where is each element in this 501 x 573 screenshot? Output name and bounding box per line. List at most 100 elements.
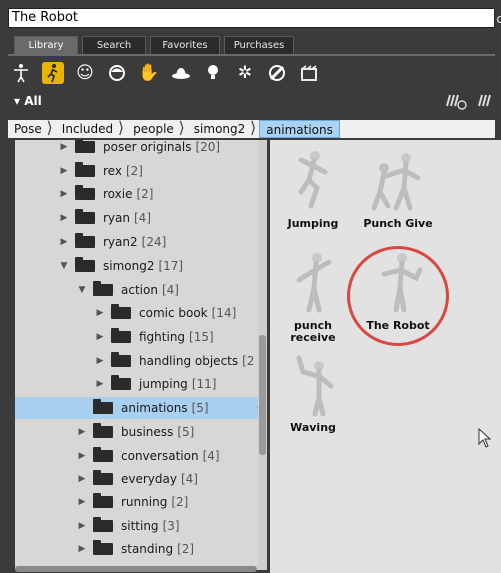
pose-thumbnail-waving[interactable]: Waving <box>273 352 353 434</box>
title-right-marker: c <box>496 12 501 26</box>
pose-thumbnail-grid: Jumping Punch Give punch receive The Rob… <box>270 140 501 573</box>
tree-item-ryan[interactable]: ▶ ryan [4] <box>15 207 267 229</box>
folder-icon <box>75 185 95 200</box>
folder-icon <box>111 304 131 319</box>
waving-figure-icon <box>296 355 334 417</box>
expand-arrow-icon[interactable]: ▶ <box>59 213 69 223</box>
folder-icon <box>93 493 113 508</box>
pose-thumbnail-punch-give[interactable]: Punch Give <box>358 148 438 230</box>
tree-item-ryan2[interactable]: ▶ ryan2 [24] <box>15 231 267 253</box>
selected-item-title-field[interactable]: The Robot c <box>8 8 501 28</box>
folder-icon <box>75 162 95 177</box>
breadcrumb-pose[interactable]: Pose <box>8 120 53 138</box>
tree-item-action[interactable]: ▼ action [4] <box>15 279 267 301</box>
hand-icon[interactable]: ✋ <box>138 62 160 84</box>
title-text: The Robot <box>12 10 79 25</box>
library-tabs: Library Search Favorites Purchases <box>14 36 298 54</box>
expression-icon[interactable]: ☺ <box>74 62 96 84</box>
breadcrumb-simong2[interactable]: simong2 <box>188 120 257 138</box>
figure-icon[interactable] <box>10 62 32 84</box>
tree-item-conversation[interactable]: ▶ conversation [4] <box>15 445 267 467</box>
tree-item-fighting[interactable]: ▶ fighting [15] <box>15 326 267 348</box>
camera-icon[interactable]: ✲ <box>234 62 256 84</box>
folder-icon <box>75 233 95 248</box>
pose-label: punch receive <box>290 319 336 344</box>
expand-arrow-icon[interactable]: ▶ <box>59 166 69 176</box>
tree-item-roxie[interactable]: ▶ roxie [2] <box>15 183 267 205</box>
folder-icon <box>93 399 113 414</box>
breadcrumb-people[interactable]: people <box>127 120 184 138</box>
folder-icon <box>75 140 95 153</box>
tab-search[interactable]: Search <box>82 36 146 54</box>
expand-arrow-icon[interactable]: ▶ <box>95 356 105 366</box>
add-to-library-icon[interactable] <box>445 92 495 114</box>
pose-label: Waving <box>290 421 336 434</box>
tree-item-animations[interactable]: animations[5]C <box>15 397 267 419</box>
tree-item-standing[interactable]: ▶ standing [2] <box>15 538 267 560</box>
expand-arrow-icon[interactable]: ▶ <box>95 308 105 318</box>
tree-item-running[interactable]: ▶ running [2] <box>15 491 267 513</box>
highlight-circle <box>347 246 449 346</box>
expand-arrow-icon[interactable]: ▶ <box>59 142 69 152</box>
filter-bar: ▾ All <box>8 90 495 114</box>
tree-item-business[interactable]: ▶ business [5] <box>15 421 267 443</box>
expand-arrow-icon[interactable]: ▶ <box>77 544 87 554</box>
expand-arrow-icon[interactable]: ▶ <box>77 474 87 484</box>
tab-favorites[interactable]: Favorites <box>150 36 220 54</box>
folder-open-icon <box>75 257 95 272</box>
tree-item-simong2[interactable]: ▼ simong2 [17] <box>15 255 267 277</box>
punch-give-figure-icon <box>371 153 421 211</box>
folder-icon <box>93 447 113 462</box>
folder-icon <box>75 209 95 224</box>
tab-purchases[interactable]: Purchases <box>224 36 294 54</box>
jumping-figure-icon <box>298 151 328 209</box>
folder-tree: ▶ poser originals [20] ▶ rex [2] ▶ roxie [2] ▶… <box>15 140 267 570</box>
expand-arrow-icon[interactable]: ▶ <box>59 189 69 199</box>
pose-label: Jumping <box>287 217 339 230</box>
collapse-arrow-icon[interactable]: ▼ <box>59 261 69 271</box>
breadcrumb-animations[interactable]: animations <box>259 120 340 138</box>
scene-icon[interactable] <box>298 62 320 84</box>
expand-arrow-icon[interactable]: ▶ <box>95 379 105 389</box>
folder-icon <box>93 423 113 438</box>
folder-open-icon <box>93 281 113 296</box>
tabs-divider <box>8 54 495 56</box>
tree-item-rex[interactable]: ▶ rex [2] <box>15 160 267 182</box>
hair-icon[interactable] <box>106 62 128 84</box>
category-icon-bar: ☺ ✋ ✲ <box>10 58 497 88</box>
props-icon[interactable] <box>170 62 192 84</box>
filter-label: All <box>24 94 42 108</box>
tree-item-comic-book[interactable]: ▶ comic book [14] <box>15 302 267 324</box>
expand-arrow-icon[interactable]: ▶ <box>95 332 105 342</box>
pose-label: Punch Give <box>363 217 433 230</box>
collapse-arrow-icon[interactable]: ▼ <box>77 285 87 295</box>
expand-arrow-icon[interactable]: ▶ <box>77 497 87 507</box>
expand-arrow-icon[interactable]: ▶ <box>77 451 87 461</box>
folder-icon <box>111 375 131 390</box>
breadcrumb: Pose Included people simong2 animations <box>8 120 495 138</box>
folder-icon <box>111 328 131 343</box>
mouse-cursor-icon <box>478 428 492 448</box>
tree-item-everyday[interactable]: ▶ everyday [4] <box>15 468 267 490</box>
pose-icon[interactable] <box>42 62 64 84</box>
tab-library[interactable]: Library <box>14 36 78 54</box>
tree-horizontal-scrollbar[interactable] <box>15 566 257 572</box>
tree-item-jumping[interactable]: ▶ jumping [11] <box>15 373 267 395</box>
filter-dropdown[interactable]: ▾ All <box>14 94 42 108</box>
library-panel: The Robot c Library Search Favorites Pur… <box>0 0 501 573</box>
tree-scrollbar-thumb[interactable] <box>259 335 266 455</box>
expand-arrow-icon[interactable]: ▶ <box>77 427 87 437</box>
expand-arrow-icon[interactable]: ▶ <box>59 237 69 247</box>
pose-thumbnail-jumping[interactable]: Jumping <box>273 148 353 230</box>
expand-arrow-icon[interactable]: ▶ <box>77 521 87 531</box>
tree-item-sitting[interactable]: ▶ sitting [3] <box>15 515 267 537</box>
punch-receive-figure-icon <box>296 253 332 313</box>
tree-item-poser-originals[interactable]: ▶ poser originals [20] <box>15 140 267 158</box>
pose-thumbnail-punch-receive[interactable]: punch receive <box>273 250 353 344</box>
tree-item-handling-objects[interactable]: ▶ handling objects [2 <box>15 350 267 372</box>
folder-icon <box>93 540 113 555</box>
materials-icon[interactable] <box>266 62 288 84</box>
light-icon[interactable] <box>202 62 224 84</box>
breadcrumb-included[interactable]: Included <box>56 120 125 138</box>
folder-icon <box>93 517 113 532</box>
